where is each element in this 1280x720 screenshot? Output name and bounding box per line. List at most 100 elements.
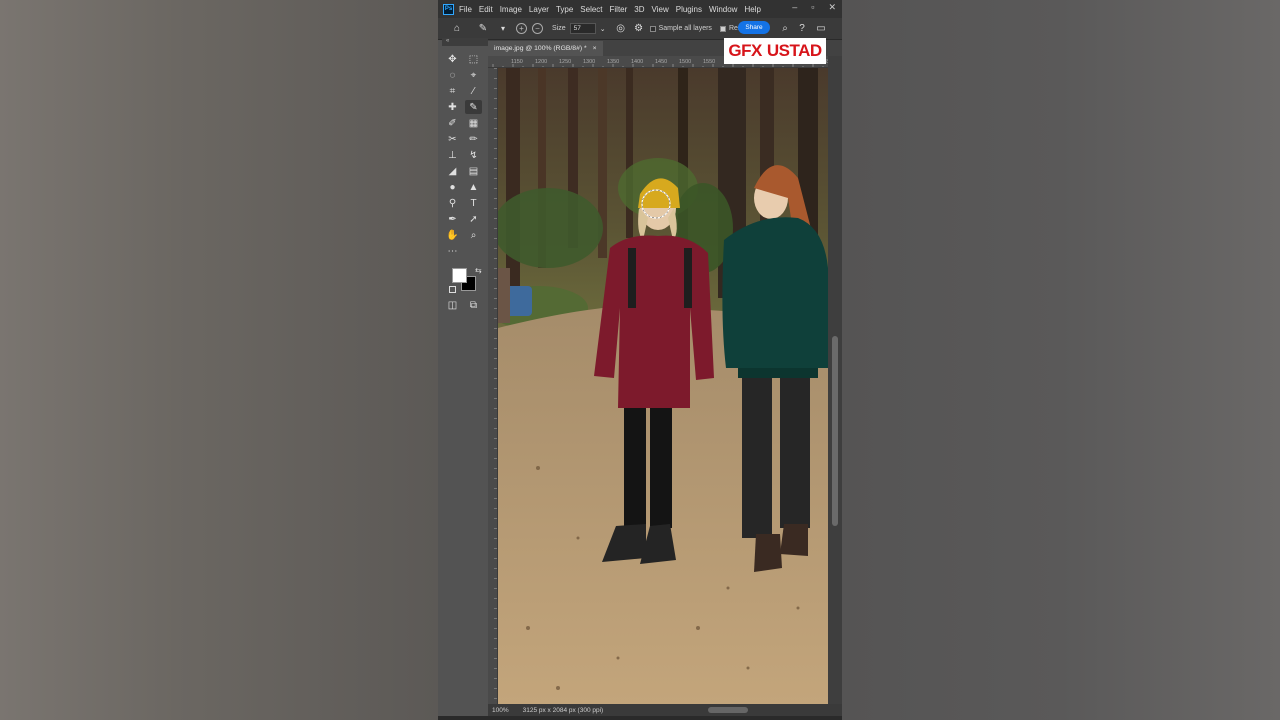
vertical-scroll-thumb[interactable] (832, 336, 838, 526)
ruler-tick-label: 1200 (535, 59, 547, 65)
path-selection-tool-icon[interactable]: ➚ (465, 212, 482, 226)
more-tools-icon[interactable]: ⋯ (444, 244, 461, 258)
sample-all-layers-checkbox[interactable]: Sample all layers (649, 25, 712, 32)
ruler-tick-label: 1150 (511, 59, 523, 65)
history-brush-icon[interactable]: ↯ (465, 148, 482, 162)
background-blur-right (842, 0, 1280, 720)
size-dropdown-icon[interactable]: ⌄ (596, 22, 610, 36)
pattern-stamp-icon[interactable]: ▦ (465, 116, 482, 130)
pressure-icon[interactable]: ◎ (614, 22, 628, 36)
hand-tool-icon[interactable]: ✋ (444, 228, 461, 242)
size-label: Size (552, 25, 566, 32)
brush-size-increase-icon[interactable]: + (516, 23, 527, 34)
menu-plugins[interactable]: Plugins (676, 5, 702, 14)
checkbox-checked-icon (719, 25, 726, 32)
collapse-panel-icon[interactable]: « (442, 38, 488, 46)
foreground-color-swatch[interactable] (452, 268, 467, 283)
window-bottom-edge (438, 716, 842, 720)
quick-mask-icon[interactable]: ◫ (444, 298, 461, 312)
document-canvas[interactable] (498, 68, 828, 704)
document-dimensions: 3125 px x 2084 px (300 ppi) (522, 706, 604, 714)
object-selection-tool-icon[interactable]: ⌖ (465, 68, 482, 82)
menu-image[interactable]: Image (500, 5, 522, 14)
ruler-tick-label: 1400 (631, 59, 643, 65)
empty-slot (465, 244, 482, 258)
ruler-tick-label: 1300 (583, 59, 595, 65)
menu-select[interactable]: Select (580, 5, 602, 14)
close-tab-icon[interactable]: × (593, 45, 597, 52)
ruler-tick-label: 1350 (607, 59, 619, 65)
pen-tool-icon[interactable]: ✒ (444, 212, 461, 226)
menu-window[interactable]: Window (709, 5, 737, 14)
workspace-icon[interactable]: ▭ (814, 22, 828, 36)
search-icon[interactable]: ⌕ (778, 22, 792, 36)
remove-tool-icon[interactable]: ✎ (476, 22, 490, 36)
color-swatches: ⇆ (449, 266, 483, 296)
menu-3d[interactable]: 3D (634, 5, 644, 14)
share-button[interactable]: Share (738, 21, 770, 34)
ruler-tick-label: 1450 (655, 59, 667, 65)
maximize-icon[interactable]: ▫ (811, 2, 814, 13)
status-bar: 100% 3125 px x 2084 px (300 ppi) (488, 704, 842, 716)
menu-file[interactable]: File (459, 5, 472, 14)
marquee-tool-icon[interactable]: ⬚ (465, 52, 482, 66)
ruler-tick-label: 1250 (559, 59, 571, 65)
ruler-tick-label: 1500 (679, 59, 691, 65)
background-blur-left (0, 0, 438, 720)
menu-type[interactable]: Type (556, 5, 573, 14)
clone-stamp-tool-icon[interactable]: ⊥ (444, 148, 461, 162)
menu-view[interactable]: View (652, 5, 669, 14)
remove-tool-active-icon[interactable]: ✎ (465, 100, 482, 114)
menu-edit[interactable]: Edit (479, 5, 493, 14)
size-value: 57 (573, 25, 581, 32)
checkbox-icon (649, 25, 656, 32)
dodge-tool-icon[interactable]: ⚲ (444, 196, 461, 210)
sample-all-layers-label: Sample all layers (658, 25, 712, 32)
screen-mode-icon[interactable]: ⧉ (465, 298, 482, 312)
gradient-tool-icon[interactable]: ▤ (465, 164, 482, 178)
zoom-level[interactable]: 100% (492, 707, 509, 714)
healing-brush-tool-icon[interactable]: ✚ (444, 100, 461, 114)
brush-tool-icon[interactable]: ✐ (444, 116, 461, 130)
menu-help[interactable]: Help (744, 5, 760, 14)
watermark-gfx: GFX (728, 41, 762, 60)
photoshop-logo-icon: Ps (443, 3, 454, 15)
window-controls: – ▫ ✕ (792, 2, 836, 13)
close-window-icon[interactable]: ✕ (828, 2, 836, 13)
help-icon[interactable]: ? (795, 22, 809, 36)
document-tab[interactable]: image.jpg @ 100% (RGB/8#) * × (488, 41, 603, 56)
photoshop-window: Ps File Edit Image Layer Type Select Fil… (438, 0, 842, 720)
lasso-tool-icon[interactable]: ◌ (444, 68, 461, 82)
default-colors-icon[interactable] (449, 286, 456, 293)
eyedropper-tool-icon[interactable]: ⁄ (465, 84, 482, 98)
minimize-icon[interactable]: – (792, 2, 797, 13)
tools-panel: « ✥ ⬚ ◌ ⌖ ⌗ ⁄ ✚ ✎ ✐ ▦ ✂ ✏ ⊥ ↯ ◢ ▤ ● ▲ ⚲ … (442, 38, 488, 718)
pencil-tool-icon[interactable]: ✏ (465, 132, 482, 146)
menu-filter[interactable]: Filter (610, 5, 628, 14)
menubar: Ps File Edit Image Layer Type Select Fil… (438, 0, 842, 18)
horizontal-scroll-thumb[interactable] (708, 707, 748, 713)
ruler-left (488, 68, 498, 704)
vertical-scrollbar[interactable] (828, 56, 842, 704)
document-tab-title: image.jpg @ 100% (RGB/8#) * (494, 45, 587, 52)
forest-walk-photo (498, 68, 828, 704)
home-icon[interactable]: ⌂ (450, 22, 464, 36)
scissors-icon[interactable]: ✂ (444, 132, 461, 146)
eraser-tool-icon[interactable]: ◢ (444, 164, 461, 178)
size-input[interactable]: 57 (569, 23, 596, 34)
brush-size-decrease-icon[interactable]: − (532, 23, 543, 34)
zoom-tool-icon[interactable]: ⌕ (465, 228, 482, 242)
swap-colors-icon[interactable]: ⇆ (475, 266, 482, 275)
gfx-ustad-watermark: GFX USTAD (724, 38, 826, 64)
chevron-down-icon[interactable]: ▾ (496, 22, 510, 36)
type-tool-icon[interactable]: T (465, 196, 482, 210)
sharpen-tool-icon[interactable]: ▲ (465, 180, 482, 194)
options-bar: ⌂ ✎ ▾ + − Size 57 ⌄ ◎ ⚙ Sample all layer… (438, 18, 842, 40)
crop-tool-icon[interactable]: ⌗ (444, 84, 461, 98)
gear-icon[interactable]: ⚙ (632, 22, 646, 36)
blur-tool-icon[interactable]: ● (444, 180, 461, 194)
move-tool-icon[interactable]: ✥ (444, 52, 461, 66)
ruler-tick-label: 1550 (703, 59, 715, 65)
menu-layer[interactable]: Layer (529, 5, 549, 14)
watermark-ustad: USTAD (766, 41, 822, 60)
